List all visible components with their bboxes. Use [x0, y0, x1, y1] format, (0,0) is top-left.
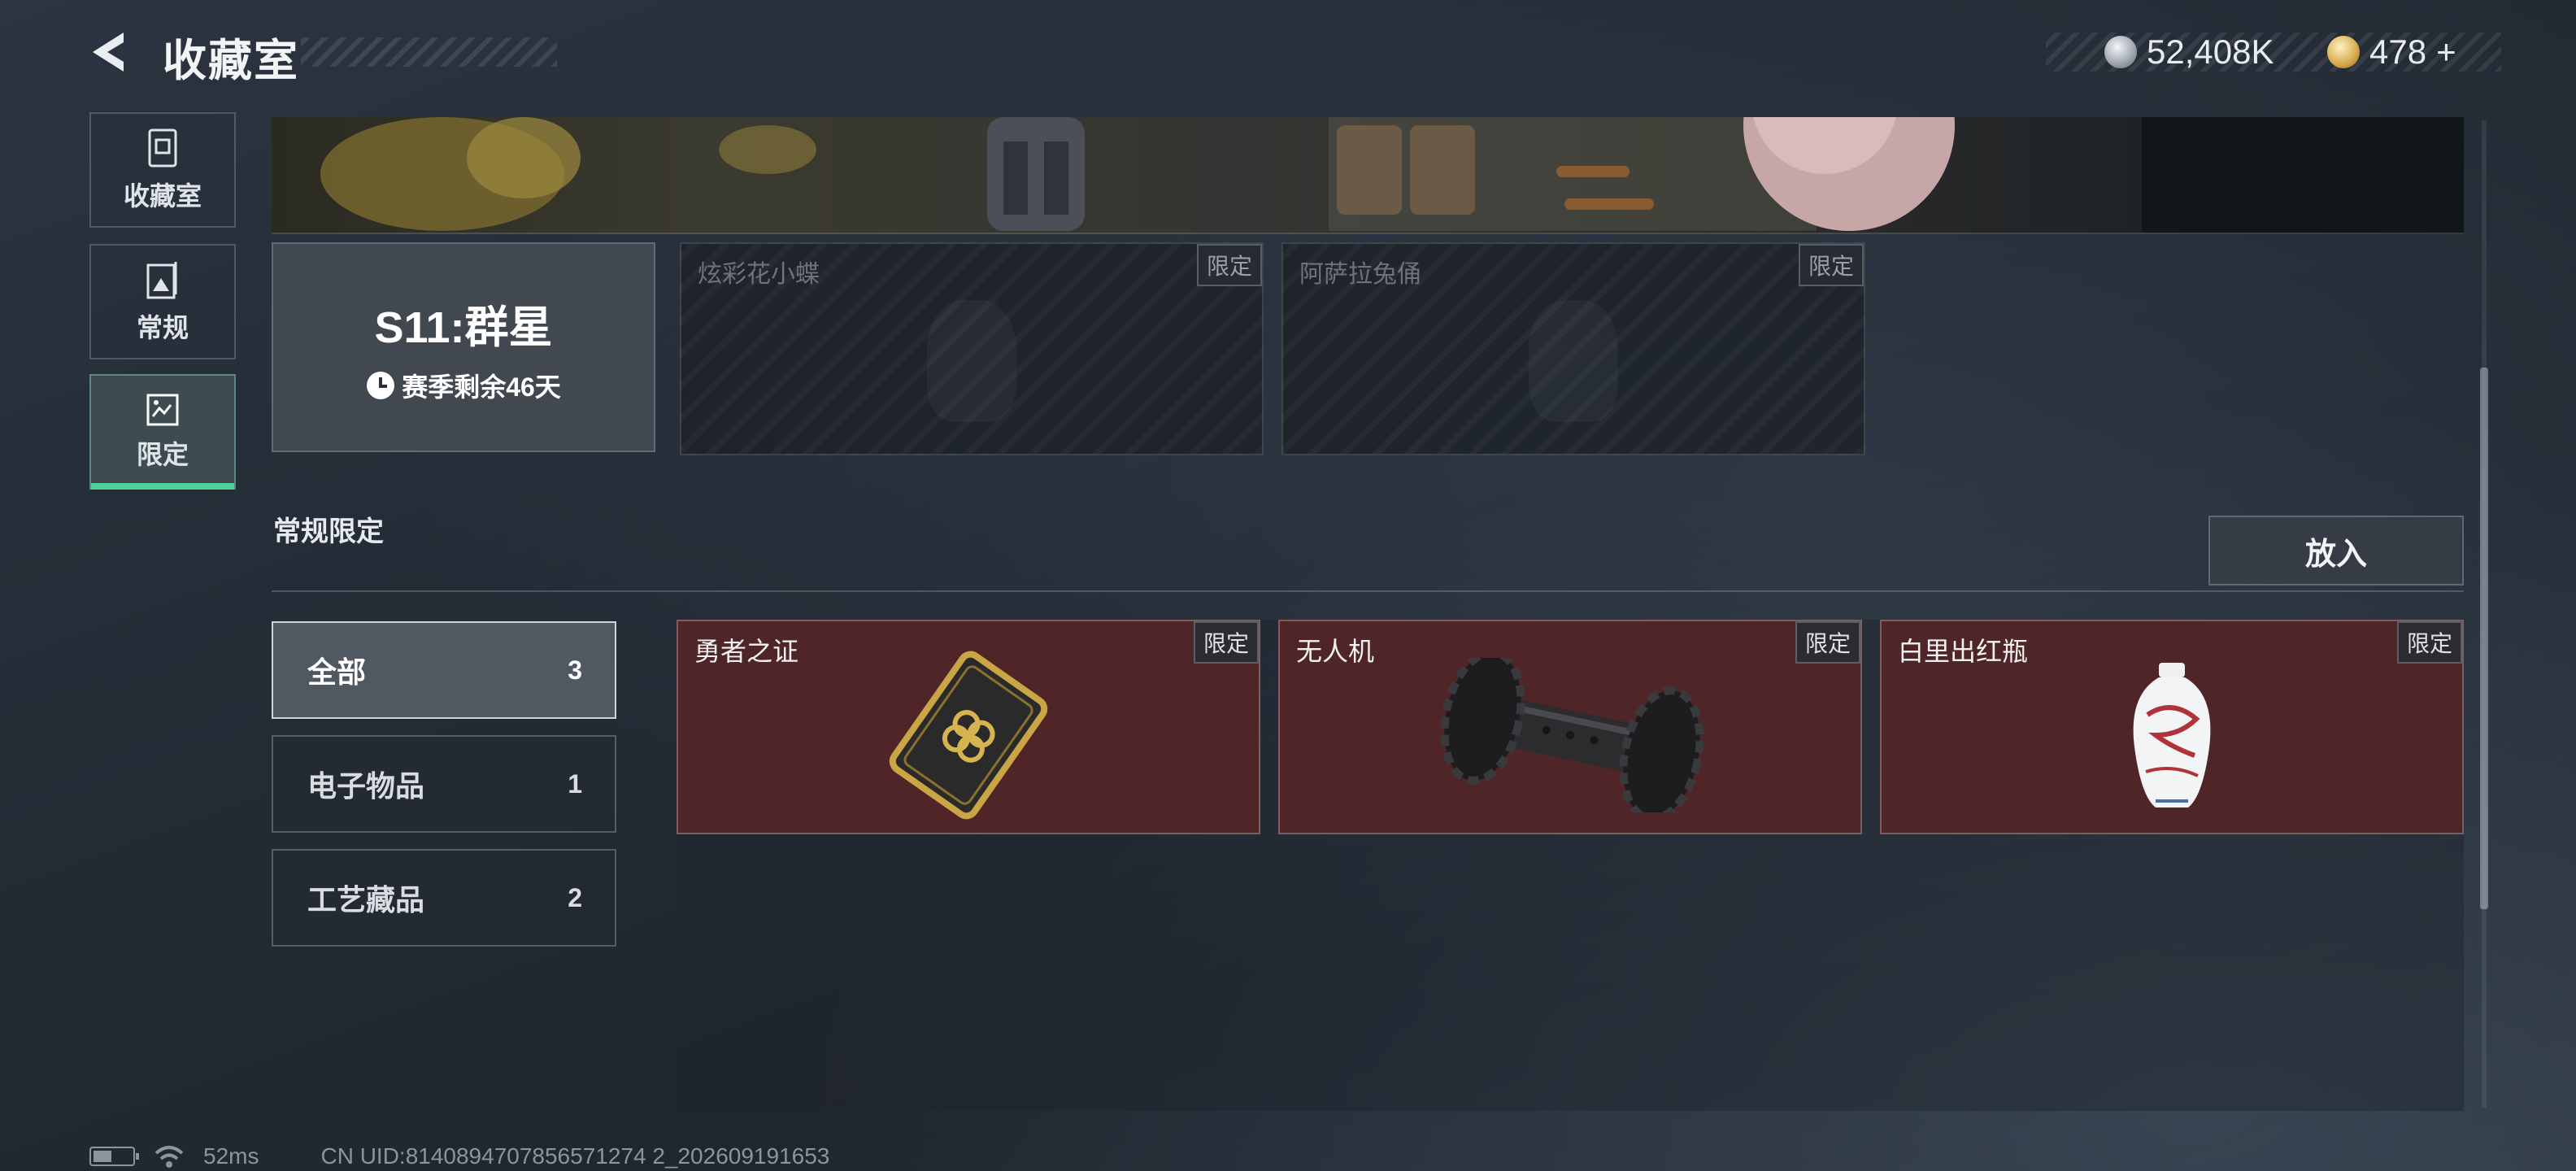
item-name: 白里出红瓶 [1898, 637, 2029, 666]
butterfly-figure-icon [927, 300, 1016, 422]
locked-item-card[interactable]: 阿萨拉兔俑 限定 [1281, 242, 1865, 455]
image-edit-icon [146, 394, 179, 426]
status-bar: 52ms CN UID:8140894707856571274 2_202609… [89, 1143, 829, 1169]
gold-add-button[interactable]: + [2436, 33, 2456, 72]
scrollbar-thumb[interactable] [2480, 368, 2488, 909]
season-remaining: 赛季剩余46天 [366, 367, 561, 404]
wifi-icon [154, 1146, 184, 1168]
filter-label: 工艺藏品 [307, 883, 425, 916]
item-card-vase[interactable]: 白里出红瓶 限定 [1880, 620, 2464, 834]
limited-tag: 限定 [1798, 244, 1864, 286]
drone-roller-icon [1440, 658, 1704, 813]
limited-tag: 限定 [1196, 244, 1262, 286]
uid-text: CN UID:8140894707856571274 2_20260919165… [320, 1143, 830, 1169]
collection-banner-image [272, 117, 2464, 234]
put-in-button[interactable]: 放入 [2208, 516, 2464, 586]
item-name: 勇者之证 [694, 637, 799, 666]
filter-count: 1 [568, 768, 582, 799]
back-button[interactable] [86, 28, 135, 76]
nav-tab-collection[interactable]: 收藏室 [89, 112, 236, 228]
title-stripe-decoration [301, 37, 557, 67]
filter-label: 全部 [307, 655, 367, 689]
limited-tag: 限定 [1193, 621, 1259, 664]
item-card-badge[interactable]: 勇者之证 限定 [677, 620, 1260, 834]
gold-amount: 478 [2369, 33, 2427, 71]
nav-tab-label: 常规 [136, 313, 189, 342]
limited-tag: 限定 [1795, 621, 1860, 664]
ping-text: 52ms [203, 1143, 259, 1169]
filter-all[interactable]: 全部 3 [272, 621, 616, 719]
item-card-drone[interactable]: 无人机 限定 [1278, 620, 1862, 834]
filter-count: 3 [568, 655, 582, 685]
porcelain-vase-icon [2133, 663, 2211, 808]
clock-icon [367, 371, 395, 399]
nav-tab-label: 收藏室 [123, 181, 202, 211]
season-title: S11:群星 [374, 303, 553, 352]
locked-item-card[interactable]: 炫彩花小蝶 限定 [680, 242, 1264, 455]
collection-icon [148, 128, 177, 168]
badge-card-icon [889, 651, 1048, 820]
item-name: 无人机 [1296, 637, 1375, 666]
item-name: 阿萨拉兔俑 [1299, 261, 1421, 288]
nav-tab-regular[interactable]: 常规 [89, 244, 236, 359]
season-card: S11:群星 赛季剩余46天 [272, 242, 655, 452]
photo-icon [146, 262, 177, 299]
page-title: 收藏室 [163, 37, 299, 85]
nav-tab-label: 限定 [136, 440, 189, 469]
back-arrow-icon [93, 33, 124, 72]
season-remaining-text: 赛季剩余46天 [402, 372, 561, 402]
filter-count: 2 [568, 882, 582, 912]
battery-icon [89, 1147, 139, 1166]
filter-electronics[interactable]: 电子物品 1 [272, 735, 616, 833]
silver-currency: 52,408K [2104, 33, 2274, 72]
filter-crafts[interactable]: 工艺藏品 2 [272, 849, 616, 947]
filter-label: 电子物品 [307, 769, 425, 803]
gold-coin-icon [2327, 36, 2360, 68]
silver-coin-icon [2104, 36, 2137, 68]
silver-amount: 52,408K [2147, 33, 2274, 71]
section-title: 常规限定 [273, 516, 384, 547]
item-name: 炫彩花小蝶 [698, 261, 820, 288]
gold-currency: 478 + [2327, 33, 2456, 72]
nav-tab-limited[interactable]: 限定 [89, 374, 236, 490]
section-divider [272, 590, 2464, 592]
limited-tag: 限定 [2396, 621, 2462, 664]
rabbit-figurine-icon [1529, 300, 1618, 422]
